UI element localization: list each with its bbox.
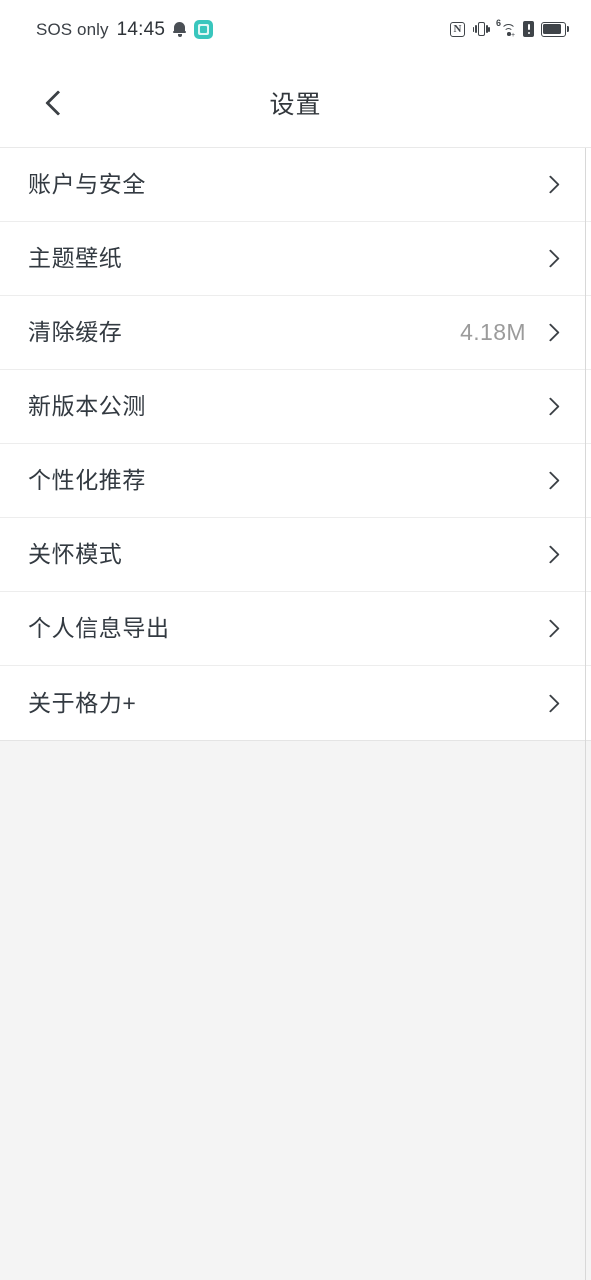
battery-icon	[541, 21, 569, 37]
wifi-plus-label: +	[511, 32, 516, 39]
status-bar: SOS only 14:45 6 +	[0, 0, 591, 58]
chevron-right-icon	[541, 619, 560, 638]
page-background-area	[0, 741, 591, 1280]
settings-row-new-version-beta[interactable]: 新版本公测	[0, 370, 591, 444]
chevron-right-icon	[541, 249, 560, 268]
app-badge-icon	[194, 19, 214, 39]
wifi-generation-label: 6	[496, 18, 502, 28]
status-bar-right: 6 +	[450, 18, 569, 39]
row-label: 主题壁纸	[28, 245, 123, 271]
sim-alert-icon	[523, 21, 534, 37]
carrier-label: SOS only	[36, 19, 109, 39]
page-title: 设置	[269, 90, 322, 119]
row-label: 清除缓存	[28, 319, 123, 345]
nfc-icon	[450, 21, 465, 37]
wifi-6-icon: 6 +	[496, 18, 516, 39]
row-label: 关怀模式	[28, 541, 123, 567]
phone-screen: SOS only 14:45 6 +	[0, 0, 591, 1280]
settings-row-care-mode[interactable]: 关怀模式	[0, 518, 591, 592]
settings-row-clear-cache[interactable]: 清除缓存 4.18M	[0, 296, 591, 370]
status-bar-clock: 14:45	[116, 18, 166, 40]
status-bar-left: SOS only 14:45	[36, 18, 214, 40]
settings-row-personal-info-export[interactable]: 个人信息导出	[0, 592, 591, 666]
row-label: 关于格力+	[28, 689, 137, 716]
vibrate-mode-icon	[472, 21, 490, 37]
settings-row-about[interactable]: 关于格力+	[0, 666, 591, 740]
cache-size-value: 4.18M	[460, 319, 526, 345]
settings-row-personalized-recommendations[interactable]: 个性化推荐	[0, 444, 591, 518]
screen-edge-line	[585, 0, 586, 1280]
row-label: 个人信息导出	[28, 615, 170, 641]
chevron-right-icon	[541, 545, 560, 564]
chevron-left-icon	[44, 89, 71, 116]
settings-row-theme-wallpaper[interactable]: 主题壁纸	[0, 222, 591, 296]
notification-bell-icon	[173, 21, 187, 37]
app-header: 设置	[0, 58, 591, 148]
chevron-right-icon	[541, 471, 560, 490]
chevron-right-icon	[541, 693, 560, 713]
settings-row-account-security[interactable]: 账户与安全	[0, 148, 591, 222]
chevron-right-icon	[541, 323, 560, 342]
chevron-right-icon	[541, 175, 560, 194]
settings-list: 账户与安全 主题壁纸 清除缓存 4.18M 新版本公测 个性化推荐 关怀模式 个…	[0, 148, 591, 741]
back-button[interactable]	[26, 74, 84, 132]
row-label: 新版本公测	[28, 393, 146, 419]
row-label: 账户与安全	[28, 171, 146, 197]
chevron-right-icon	[541, 397, 560, 416]
row-label: 个性化推荐	[28, 467, 146, 493]
